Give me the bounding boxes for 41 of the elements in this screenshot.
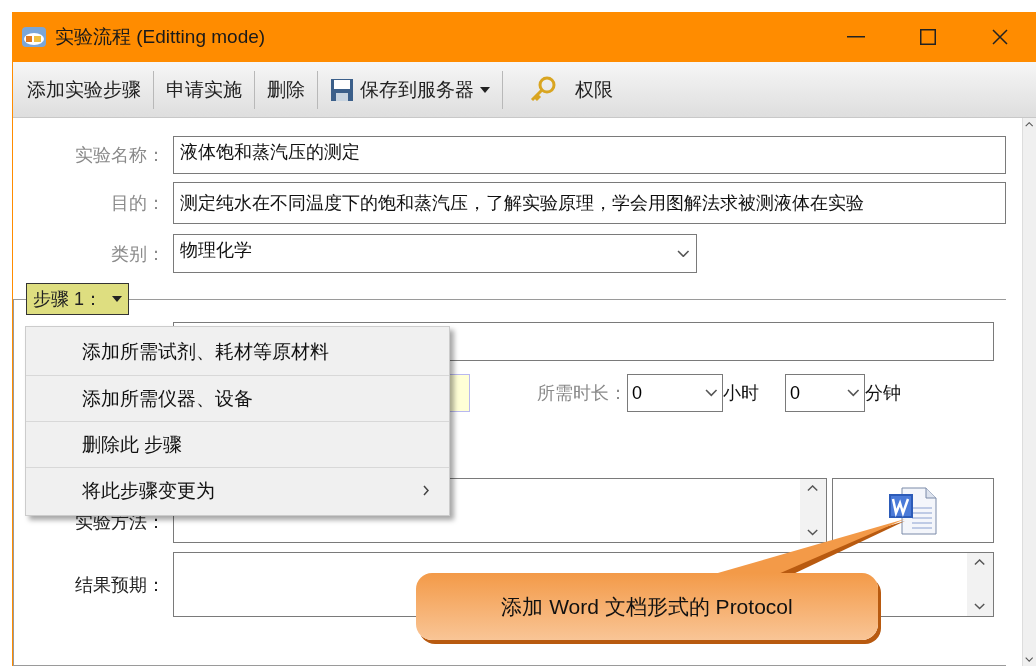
chevron-down-icon xyxy=(705,389,718,397)
purpose-input[interactable]: 测定纯水在不同温度下的饱和蒸汽压，了解实验原理，学会用图解法求被测液体在实验 xyxy=(173,182,1006,224)
menu-item[interactable]: 添加所需仪器、设备 xyxy=(26,375,449,421)
minimize-icon xyxy=(847,36,865,38)
window-title: 实验流程 (Editting mode) xyxy=(55,25,267,49)
chevron-down-icon xyxy=(847,389,860,397)
close-icon xyxy=(992,29,1008,45)
word-document-icon xyxy=(888,485,938,536)
caret-icon xyxy=(480,86,490,93)
hours-unit: 小时 xyxy=(723,382,759,405)
scroll-up-icon[interactable] xyxy=(807,485,819,492)
category-dropdown[interactable]: 物理化学 xyxy=(173,234,697,273)
app-icon xyxy=(21,26,47,48)
scroll-up-icon[interactable] xyxy=(1025,122,1034,127)
save-icon xyxy=(330,77,354,102)
step-header-button[interactable]: 步骤 1： xyxy=(26,283,129,315)
toolbar-button[interactable]: 删除 xyxy=(257,67,315,112)
menu-item[interactable]: 将此步骤变更为 xyxy=(26,467,449,513)
field-label: 类别： xyxy=(110,242,165,266)
permissions-button[interactable]: 权限 xyxy=(505,67,623,112)
scroll-down-icon[interactable] xyxy=(807,529,819,536)
toolbar-button[interactable]: 申请实施 xyxy=(156,67,252,112)
field-label: 实验名称： xyxy=(74,144,165,167)
hours-dropdown[interactable]: 0 xyxy=(627,374,723,412)
key-icon xyxy=(529,75,557,104)
field-label: 目的： xyxy=(110,192,165,215)
menu-item[interactable]: 删除此 步骤 xyxy=(26,421,449,467)
field-label: 结果预期： xyxy=(74,573,165,597)
name-input[interactable]: 液体饱和蒸汽压的测定 xyxy=(173,136,1006,174)
caret-icon xyxy=(112,296,122,302)
save-to-server-button[interactable]: 保存到服务器 xyxy=(320,67,500,112)
duration-label: 所需时长： xyxy=(537,382,627,405)
scroll-down-icon[interactable] xyxy=(1025,657,1034,662)
minutes-dropdown[interactable]: 0 xyxy=(785,374,865,412)
maximize-icon xyxy=(920,29,936,45)
scroll-down-icon[interactable] xyxy=(974,603,986,610)
minutes-unit: 分钟 xyxy=(865,382,901,405)
menu-item[interactable]: 添加所需试剂、耗材等原材料 xyxy=(26,329,449,375)
scroll-up-icon[interactable] xyxy=(974,559,986,566)
toolbar-button[interactable]: 添加实验步骤 xyxy=(17,67,151,112)
chevron-down-icon xyxy=(677,249,690,258)
